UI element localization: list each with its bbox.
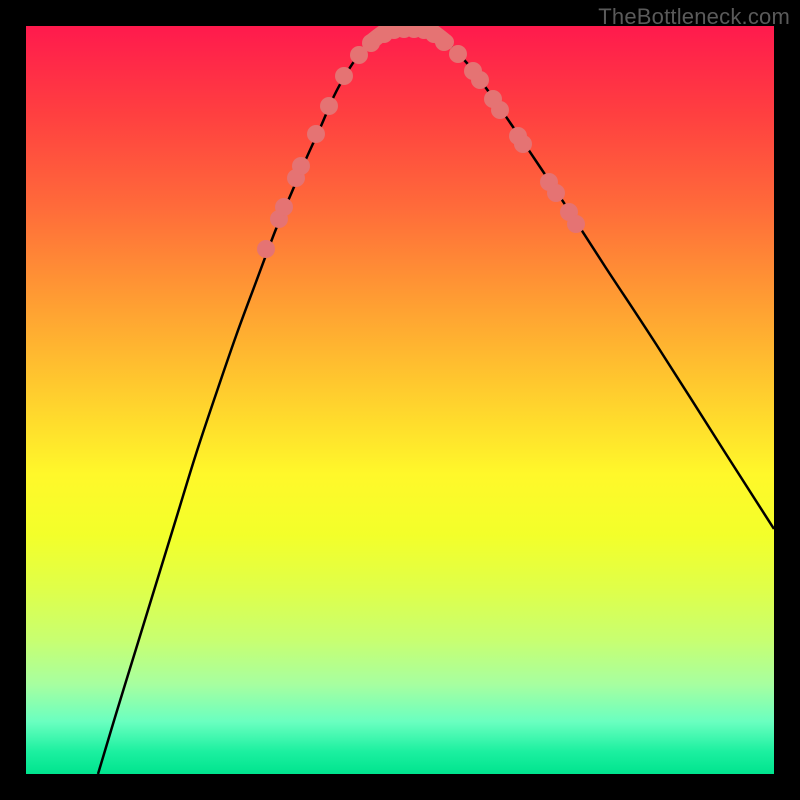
data-marker bbox=[335, 67, 353, 85]
chart-frame: TheBottleneck.com bbox=[0, 0, 800, 800]
data-marker bbox=[292, 157, 310, 175]
data-marker bbox=[567, 215, 585, 233]
data-marker bbox=[435, 33, 453, 51]
data-marker bbox=[449, 45, 467, 63]
data-marker bbox=[547, 184, 565, 202]
chart-plot-area bbox=[26, 26, 774, 774]
curve-path bbox=[98, 26, 774, 774]
data-marker bbox=[491, 101, 509, 119]
bottleneck-curve bbox=[98, 26, 774, 774]
chart-svg bbox=[26, 26, 774, 774]
data-marker bbox=[514, 135, 532, 153]
data-marker bbox=[471, 71, 489, 89]
bottleneck-markers bbox=[257, 26, 585, 258]
data-marker bbox=[257, 240, 275, 258]
data-marker bbox=[275, 198, 293, 216]
data-marker bbox=[307, 125, 325, 143]
data-marker bbox=[320, 97, 338, 115]
watermark-text: TheBottleneck.com bbox=[598, 4, 790, 30]
